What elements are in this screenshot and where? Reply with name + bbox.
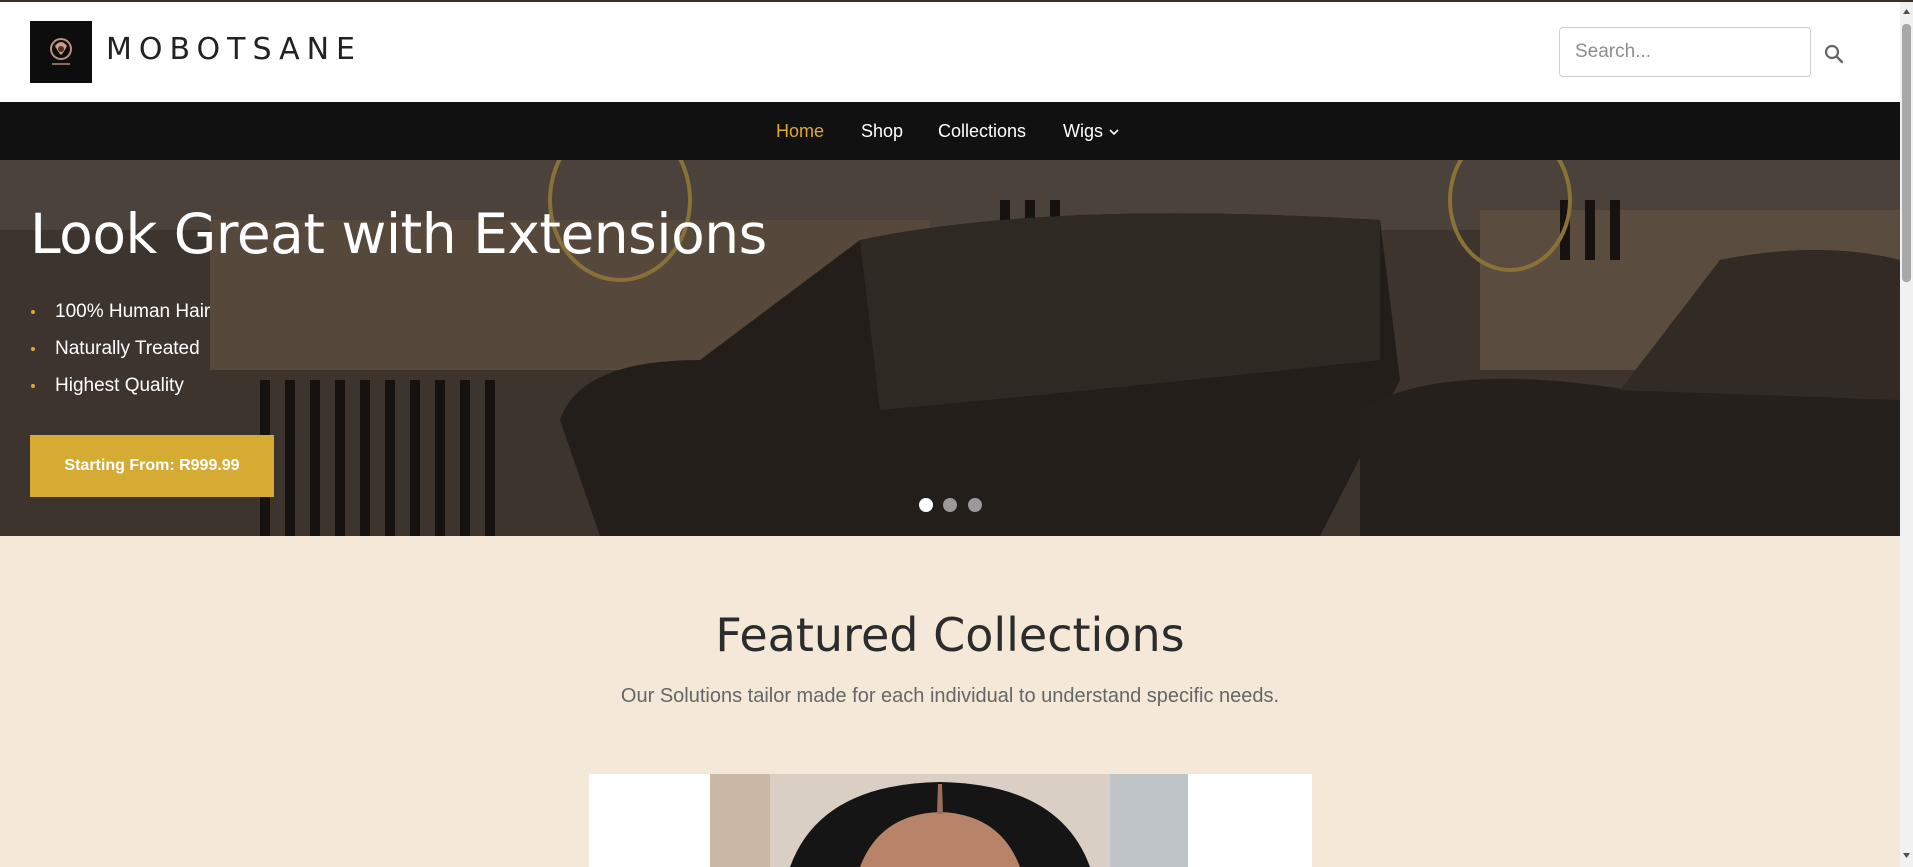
feature-text: Highest Quality bbox=[55, 375, 184, 396]
list-item: 100% Human Hair bbox=[30, 300, 210, 337]
feature-text: 100% Human Hair bbox=[55, 301, 211, 322]
collection-card[interactable] bbox=[589, 774, 1312, 867]
featured-collections-title: Featured Collections bbox=[715, 608, 1185, 662]
brand-name[interactable]: MOBOTSANE bbox=[106, 32, 362, 67]
search-icon bbox=[1824, 44, 1844, 64]
hero-feature-list: 100% Human Hair Naturally Treated Highes… bbox=[30, 300, 210, 411]
search-input[interactable] bbox=[1559, 27, 1811, 77]
site-header: MOBOTSANE bbox=[0, 2, 1900, 102]
collection-image bbox=[710, 774, 1188, 867]
nav-item-home[interactable]: Home bbox=[776, 121, 824, 142]
bullet-icon bbox=[31, 347, 35, 351]
nav-item-wigs[interactable]: Wigs bbox=[1063, 121, 1119, 142]
scroll-up-arrow-icon[interactable] bbox=[1900, 6, 1913, 18]
bullet-icon bbox=[31, 310, 35, 314]
hero-slider: Look Great with Extensions 100% Human Ha… bbox=[0, 160, 1900, 536]
slide-dot-2[interactable] bbox=[943, 498, 957, 512]
logo-icon bbox=[50, 38, 72, 65]
featured-collections-subtitle: Our Solutions tailor made for each indiv… bbox=[620, 685, 1280, 707]
nav-item-wigs-label: Wigs bbox=[1063, 121, 1103, 141]
collection-photo bbox=[710, 774, 1188, 867]
bullet-icon bbox=[31, 384, 35, 388]
logo[interactable] bbox=[30, 21, 92, 83]
nav-item-shop[interactable]: Shop bbox=[861, 121, 903, 142]
scroll-down-arrow-icon[interactable] bbox=[1900, 849, 1913, 861]
page-scrollbar[interactable] bbox=[1900, 2, 1913, 867]
slide-dot-3[interactable] bbox=[968, 498, 982, 512]
scrollbar-thumb[interactable] bbox=[1902, 24, 1911, 282]
slide-dot-1[interactable] bbox=[919, 498, 933, 512]
main-navigation: Home Shop Collections Wigs bbox=[0, 102, 1900, 160]
feature-text: Naturally Treated bbox=[55, 338, 200, 359]
search-button[interactable] bbox=[1822, 42, 1846, 66]
list-item: Naturally Treated bbox=[30, 337, 210, 374]
hero-title: Look Great with Extensions bbox=[30, 202, 767, 266]
chevron-down-icon bbox=[1109, 129, 1119, 136]
nav-item-collections[interactable]: Collections bbox=[938, 121, 1026, 142]
list-item: Highest Quality bbox=[30, 374, 210, 411]
starting-from-button[interactable]: Starting From: R999.99 bbox=[30, 435, 274, 497]
